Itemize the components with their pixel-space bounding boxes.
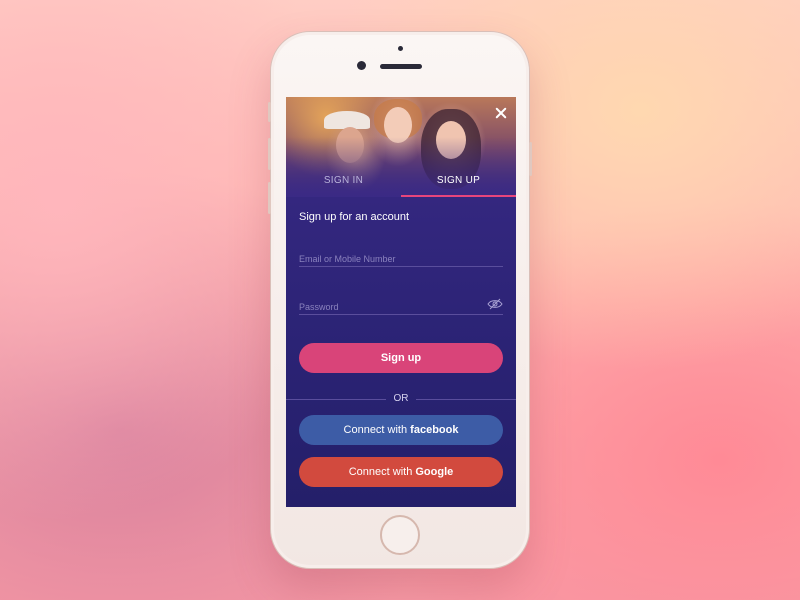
password-field[interactable] bbox=[299, 299, 479, 315]
phone-power-button bbox=[529, 142, 532, 176]
divider-line bbox=[416, 399, 516, 400]
google-button-brand: Google bbox=[415, 466, 454, 478]
tab-sign-in[interactable]: SIGN IN bbox=[286, 169, 401, 197]
google-button-prefix: Connect with bbox=[348, 466, 413, 478]
email-field-container bbox=[299, 249, 503, 267]
tab-sign-up[interactable]: SIGN UP bbox=[401, 169, 516, 197]
password-field-container bbox=[299, 297, 503, 315]
divider-line bbox=[286, 399, 386, 400]
home-button[interactable] bbox=[380, 515, 420, 555]
phone-mockup: SIGN IN SIGN UP Sign up for an account S… bbox=[268, 31, 532, 569]
connect-google-button[interactable]: Connect with Google bbox=[299, 457, 503, 487]
auth-tabs: SIGN IN SIGN UP bbox=[286, 169, 516, 197]
facebook-button-brand: facebook bbox=[410, 424, 459, 436]
close-icon[interactable] bbox=[494, 106, 508, 120]
or-divider: OR bbox=[286, 393, 516, 405]
eye-slash-icon[interactable] bbox=[487, 298, 503, 310]
connect-facebook-button[interactable]: Connect with facebook bbox=[299, 415, 503, 445]
form-title: Sign up for an account bbox=[299, 211, 410, 223]
proximity-sensor bbox=[398, 46, 403, 51]
sign-up-button[interactable]: Sign up bbox=[299, 343, 503, 373]
phone-volume-up-button bbox=[268, 138, 271, 170]
facebook-button-prefix: Connect with bbox=[343, 424, 408, 436]
phone-volume-down-button bbox=[268, 182, 271, 214]
email-field[interactable] bbox=[299, 251, 479, 267]
or-text: OR bbox=[393, 393, 409, 404]
front-camera bbox=[357, 61, 366, 70]
earpiece-speaker bbox=[380, 64, 422, 69]
app-screen: SIGN IN SIGN UP Sign up for an account S… bbox=[286, 97, 516, 507]
phone-side-button bbox=[268, 102, 271, 122]
